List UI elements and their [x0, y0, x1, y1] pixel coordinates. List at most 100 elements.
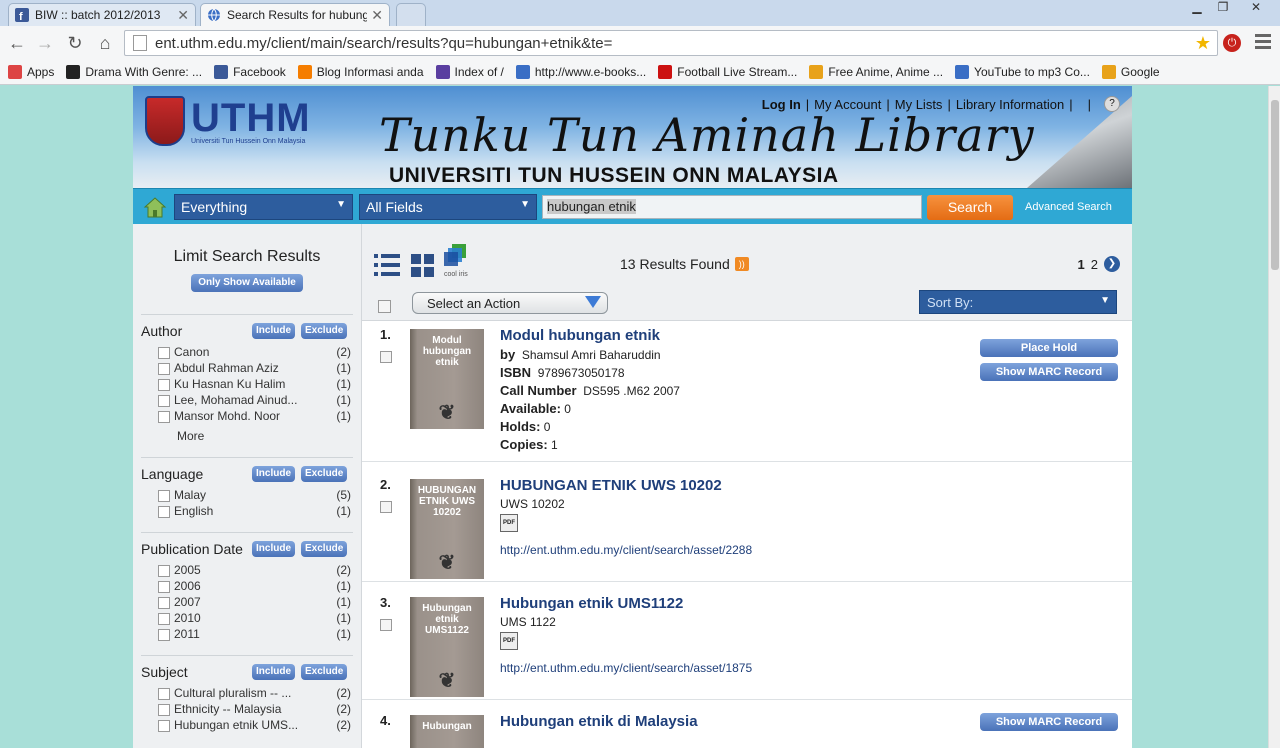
cooliris-icon[interactable]: cool iris [444, 244, 474, 282]
search-field-select[interactable]: All Fields ▼ [359, 194, 537, 220]
bookmark-index-of[interactable]: Index of / [435, 65, 504, 79]
facet-option[interactable]: 2005 (2) [141, 563, 353, 579]
facet-checkbox[interactable] [158, 411, 170, 423]
new-tab-button[interactable] [396, 3, 426, 26]
bookmark-apps[interactable]: Apps [8, 65, 54, 79]
address-bar[interactable]: ent.uthm.edu.my/client/main/search/resul… [124, 30, 1218, 56]
search-button[interactable]: Search [927, 195, 1013, 220]
facet-checkbox[interactable] [158, 688, 170, 700]
bookmark-drama-with-genre[interactable]: Drama With Genre: ... [66, 65, 202, 79]
facet-option[interactable]: 2007 (1) [141, 595, 353, 611]
library-information-link[interactable]: Library Information [956, 97, 1064, 112]
facet-option[interactable]: Cultural pluralism -- ... (2) [141, 686, 353, 702]
search-input[interactable]: hubungan etnik [542, 195, 922, 219]
facet-checkbox[interactable] [158, 379, 170, 391]
browser-tab-biw[interactable]: f BIW :: batch 2012/2013 ✕ [8, 3, 196, 26]
include-button[interactable]: Include [252, 466, 296, 482]
star-icon[interactable]: ★ [1195, 33, 1211, 54]
browser-tab-search-results[interactable]: Search Results for hubung ✕ [200, 3, 390, 26]
result-checkbox[interactable] [380, 501, 392, 513]
restore-icon[interactable]: ❐ [1210, 0, 1236, 18]
page-2[interactable]: 2 [1091, 257, 1098, 272]
facet-checkbox[interactable] [158, 581, 170, 593]
more-link[interactable]: More [141, 429, 353, 445]
facet-checkbox[interactable] [158, 506, 170, 518]
result-title-link[interactable]: Modul hubungan etnik [500, 327, 660, 344]
facet-option[interactable]: Malay (5) [141, 488, 353, 504]
bookmark-http-www-e-books[interactable]: http://www.e-books... [515, 65, 646, 79]
facet-checkbox[interactable] [158, 720, 170, 732]
exclude-button[interactable]: Exclude [301, 323, 348, 339]
bookmark-google[interactable]: Google [1101, 65, 1160, 79]
facet-option[interactable]: Canon (2) [141, 345, 353, 361]
facet-checkbox[interactable] [158, 395, 170, 407]
facet-option[interactable]: 2006 (1) [141, 579, 353, 595]
place-hold-button[interactable]: Place Hold [980, 339, 1118, 357]
minimize-icon[interactable]: ▁ [1184, 0, 1210, 18]
facet-checkbox[interactable] [158, 565, 170, 577]
login-link[interactable]: Log In [762, 97, 801, 112]
book-cover[interactable]: HUBUNGAN ETNIK UWS 10202 ❦ [410, 479, 484, 579]
facet-option[interactable]: Mansor Mohd. Noor (1) [141, 409, 353, 425]
facet-checkbox[interactable] [158, 597, 170, 609]
asset-link[interactable]: http://ent.uthm.edu.my/client/search/ass… [500, 661, 752, 675]
grid-view-icon[interactable] [410, 252, 436, 278]
bookmark-youtube-to-mp3-co[interactable]: YouTube to mp3 Co... [955, 65, 1090, 79]
result-title-link[interactable]: Hubungan etnik UMS1122 [500, 595, 683, 612]
forward-arrow-icon[interactable]: → [34, 32, 56, 54]
book-cover[interactable]: Hubungan etnik UMS1122 ❦ [410, 597, 484, 697]
facet-checkbox[interactable] [158, 363, 170, 375]
page-1[interactable]: 1 [1078, 257, 1085, 272]
select-action-dropdown[interactable]: Select an Action [412, 292, 608, 314]
show-marc-record-button[interactable]: Show MARC Record [980, 363, 1118, 381]
facet-checkbox[interactable] [158, 490, 170, 502]
help-icon[interactable]: ? [1104, 96, 1120, 112]
home-icon[interactable]: ⌂ [94, 32, 116, 54]
show-marc-record-button[interactable]: Show MARC Record [980, 713, 1118, 731]
facet-checkbox[interactable] [158, 704, 170, 716]
home-icon[interactable] [143, 195, 167, 219]
facet-option[interactable]: 2011 (1) [141, 627, 353, 643]
asset-link[interactable]: http://ent.uthm.edu.my/client/search/ass… [500, 543, 752, 557]
result-checkbox[interactable] [380, 619, 392, 631]
pdf-icon[interactable]: PDF [500, 632, 518, 650]
back-arrow-icon[interactable]: ← [6, 32, 28, 54]
book-cover[interactable]: Hubungan [410, 715, 484, 748]
page-scrollbar[interactable] [1268, 86, 1280, 748]
my-lists-link[interactable]: My Lists [895, 97, 943, 112]
include-button[interactable]: Include [252, 664, 296, 680]
facet-option[interactable]: Ku Hasnan Ku Halim (1) [141, 377, 353, 393]
exclude-button[interactable]: Exclude [301, 466, 348, 482]
select-all-checkbox[interactable] [378, 300, 391, 313]
facet-option[interactable]: Lee, Mohamad Ainud... (1) [141, 393, 353, 409]
result-checkbox[interactable] [380, 351, 392, 363]
bookmark-blog-informasi-anda[interactable]: Blog Informasi anda [297, 65, 424, 79]
facet-option[interactable]: English (1) [141, 504, 353, 520]
facet-checkbox[interactable] [158, 613, 170, 625]
close-icon[interactable]: ✕ [177, 7, 189, 24]
bookmark-free-anime-anime[interactable]: Free Anime, Anime ... [809, 65, 943, 79]
sort-by-dropdown[interactable]: Sort By: ▼ [919, 290, 1117, 314]
facet-option[interactable]: 2010 (1) [141, 611, 353, 627]
rss-icon[interactable]: )) [734, 257, 749, 271]
scrollbar-thumb[interactable] [1271, 100, 1279, 270]
window-close-icon[interactable]: ✕ [1236, 0, 1276, 18]
exclude-button[interactable]: Exclude [301, 664, 348, 680]
result-title-link[interactable]: HUBUNGAN ETNIK UWS 10202 [500, 477, 722, 494]
search-scope-select[interactable]: Everything ▼ [174, 194, 353, 220]
result-title-link[interactable]: Hubungan etnik di Malaysia [500, 713, 698, 730]
menu-icon[interactable] [1255, 34, 1271, 50]
only-show-available-button[interactable]: Only Show Available [191, 274, 303, 292]
next-page-icon[interactable]: ❯ [1104, 256, 1120, 272]
uthm-logo[interactable]: UTHM Universiti Tun Hussein Onn Malaysia [145, 96, 311, 146]
pdf-icon[interactable]: PDF [500, 514, 518, 532]
facet-option[interactable]: Abdul Rahman Aziz (1) [141, 361, 353, 377]
my-account-link[interactable]: My Account [814, 97, 881, 112]
facet-checkbox[interactable] [158, 347, 170, 359]
exclude-button[interactable]: Exclude [301, 541, 348, 557]
reload-icon[interactable]: ↻ [64, 32, 86, 54]
extension-stop-icon[interactable]: ⏻ [1223, 34, 1241, 52]
facet-option[interactable]: Ethnicity -- Malaysia (2) [141, 702, 353, 718]
bookmark-facebook[interactable]: Facebook [214, 65, 286, 79]
book-cover[interactable]: Modul hubungan etnik ❦ [410, 329, 484, 429]
